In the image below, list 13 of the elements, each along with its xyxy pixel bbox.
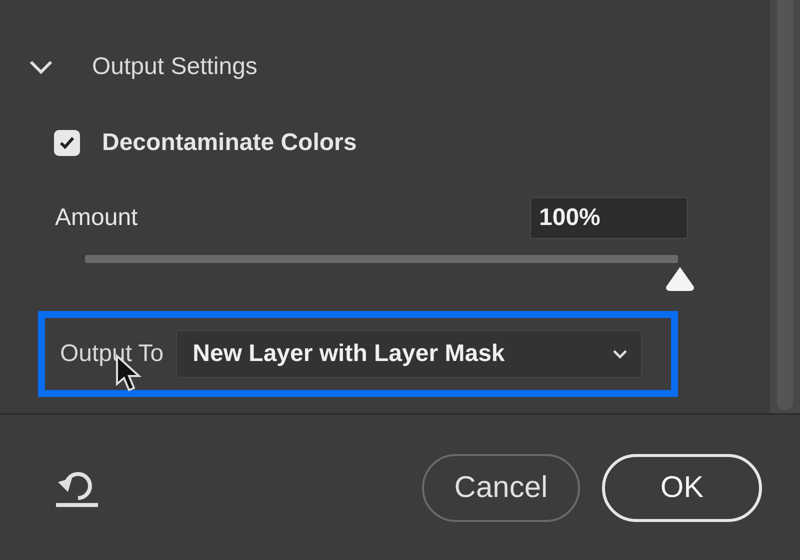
checkbox-label: Decontaminate Colors xyxy=(102,128,357,158)
checkbox[interactable] xyxy=(54,130,80,156)
chevron-icon xyxy=(29,60,53,74)
section-title: Output Settings xyxy=(92,52,258,82)
amount-field[interactable]: 100% xyxy=(530,197,688,239)
ok-button[interactable]: OK xyxy=(602,454,762,522)
output-to-label: Output To xyxy=(60,339,164,369)
slider-thumb[interactable] xyxy=(664,265,696,293)
check-icon xyxy=(59,136,75,150)
chevron-icon xyxy=(610,348,629,360)
cancel-button[interactable]: Cancel xyxy=(422,454,580,522)
output-dropdown[interactable]: New Layer with Layer Mask xyxy=(176,330,642,378)
amount-label: Amount xyxy=(55,203,138,233)
